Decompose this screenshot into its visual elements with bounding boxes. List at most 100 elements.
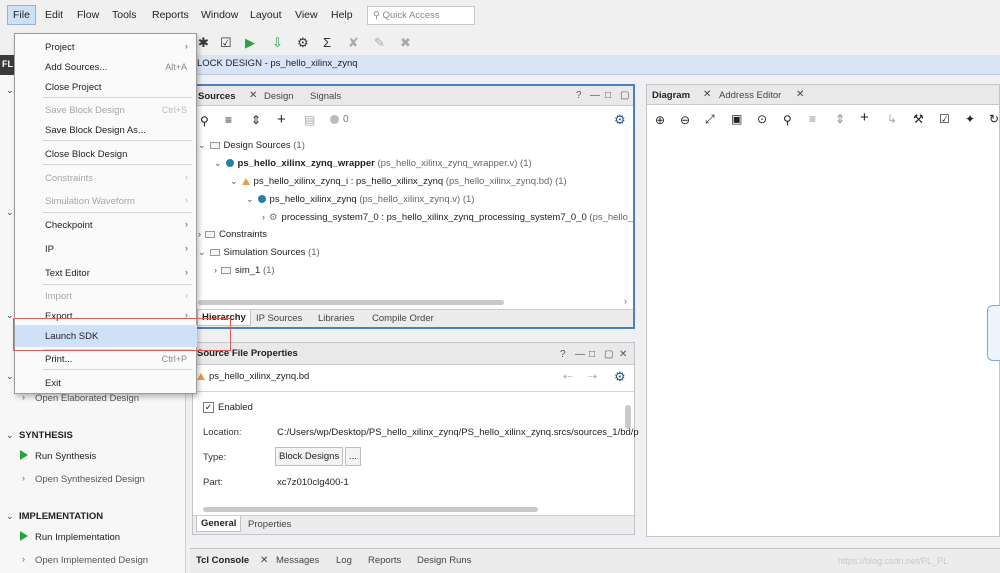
tree-constraints[interactable]: › Constraints bbox=[198, 229, 267, 240]
chevron-down-icon[interactable]: ⌄ bbox=[198, 247, 206, 257]
tab-messages[interactable]: Messages bbox=[276, 555, 319, 566]
menu-item-exit[interactable]: Exit bbox=[45, 378, 61, 389]
maximize-icon[interactable]: ▢ bbox=[620, 90, 629, 101]
menu-item-project[interactable]: Project bbox=[45, 42, 75, 53]
menu-file[interactable]: File bbox=[7, 5, 36, 25]
tree-wrapper[interactable]: ⌄ ps_hello_xilinx_zynq_wrapper (ps_hello_… bbox=[214, 158, 532, 169]
chevron-down-icon[interactable]: ⌄ bbox=[6, 85, 14, 96]
open-implemented-design[interactable]: Open Implemented Design bbox=[35, 555, 148, 566]
tab-ip-sources[interactable]: IP Sources bbox=[256, 313, 302, 324]
collapse-icon[interactable]: ≡ bbox=[809, 112, 816, 126]
chevron-right-icon[interactable]: › bbox=[22, 473, 25, 483]
chevron-down-icon[interactable]: ⌄ bbox=[6, 511, 14, 522]
menu-item-checkpoint[interactable]: Checkpoint bbox=[45, 220, 93, 231]
diagram-block[interactable] bbox=[987, 305, 1000, 361]
search-icon[interactable]: ⚲ bbox=[200, 114, 209, 128]
enabled-checkbox[interactable]: ✓ bbox=[203, 402, 214, 413]
tab-log[interactable]: Log bbox=[336, 555, 352, 566]
gear-icon[interactable]: ⚙ bbox=[614, 369, 626, 385]
menu-item-add-sources[interactable]: Add Sources... bbox=[45, 62, 107, 73]
chevron-down-icon[interactable]: ⌄ bbox=[6, 430, 14, 441]
maximize-icon[interactable]: ▢ bbox=[604, 349, 613, 360]
menu-layout[interactable]: Layout bbox=[250, 9, 282, 21]
help-icon[interactable]: ? bbox=[560, 349, 566, 360]
close-icon[interactable]: ✕ bbox=[260, 555, 268, 566]
chevron-right-icon[interactable]: › bbox=[198, 229, 201, 239]
validate-icon[interactable]: ☑ bbox=[939, 112, 950, 126]
run-implementation[interactable]: Run Implementation bbox=[35, 532, 120, 543]
horizontal-scrollbar[interactable] bbox=[203, 507, 538, 512]
menu-item-print[interactable]: Print... bbox=[45, 354, 72, 365]
program-device-icon[interactable]: ⇩ bbox=[272, 35, 283, 51]
minimize-icon[interactable]: — bbox=[575, 349, 585, 360]
tab-compile-order[interactable]: Compile Order bbox=[372, 313, 434, 324]
menu-item-ip[interactable]: IP bbox=[45, 244, 54, 255]
tab-address-editor[interactable]: Address Editor bbox=[719, 90, 781, 101]
menu-window[interactable]: Window bbox=[201, 9, 238, 21]
chevron-right-icon[interactable]: › bbox=[22, 554, 25, 564]
chevron-down-icon[interactable]: ⌄ bbox=[230, 176, 238, 186]
sigma-icon[interactable]: Σ bbox=[323, 35, 331, 50]
open-synthesized-design[interactable]: Open Synthesized Design bbox=[35, 474, 145, 485]
wrench-icon[interactable]: ⚒ bbox=[913, 112, 924, 126]
zoom-out-icon[interactable]: ⊖ bbox=[680, 113, 690, 127]
pin-icon[interactable]: ✦ bbox=[965, 112, 975, 126]
open-elaborated-design[interactable]: Open Elaborated Design bbox=[35, 393, 139, 404]
refresh-icon[interactable]: ↻ bbox=[989, 112, 999, 126]
menu-item-import[interactable]: Import bbox=[45, 291, 72, 302]
tab-signals[interactable]: Signals bbox=[310, 91, 341, 102]
menu-flow[interactable]: Flow bbox=[77, 9, 99, 21]
menu-item-text-editor[interactable]: Text Editor bbox=[45, 268, 90, 279]
chevron-right-icon[interactable]: › bbox=[214, 265, 217, 275]
quick-access-search[interactable]: ⚲ Quick Access bbox=[367, 6, 475, 25]
menu-item-constraints[interactable]: Constraints bbox=[45, 173, 93, 184]
restore-icon[interactable]: □ bbox=[589, 349, 595, 360]
tab-reports[interactable]: Reports bbox=[368, 555, 401, 566]
horizontal-scrollbar[interactable] bbox=[198, 300, 504, 305]
menu-help[interactable]: Help bbox=[331, 9, 353, 21]
close-icon[interactable]: ✕ bbox=[796, 89, 804, 100]
tab-general[interactable]: General bbox=[196, 516, 242, 532]
search-icon[interactable]: ⚲ bbox=[783, 113, 792, 127]
disabled-tool-icon[interactable]: ✘ bbox=[348, 35, 359, 51]
tab-sources[interactable]: Sources bbox=[198, 91, 236, 102]
close-icon[interactable]: ✕ bbox=[703, 89, 711, 100]
expand-all-icon[interactable]: ⇕ bbox=[251, 113, 261, 127]
menu-item-save-block-design-as[interactable]: Save Block Design As... bbox=[45, 125, 146, 136]
menu-item-close-block-design[interactable]: Close Block Design bbox=[45, 149, 127, 160]
back-icon[interactable]: ⇠ bbox=[563, 370, 572, 383]
menu-view[interactable]: View bbox=[295, 9, 318, 21]
chevron-down-icon[interactable]: ⌄ bbox=[198, 140, 206, 150]
center-icon[interactable]: ⊙ bbox=[757, 112, 767, 126]
expand-icon[interactable]: ⇕ bbox=[835, 112, 845, 126]
restore-icon[interactable]: □ bbox=[605, 90, 611, 101]
minimize-icon[interactable]: — bbox=[590, 90, 600, 101]
disabled-cross-icon[interactable]: ✖ bbox=[400, 35, 411, 51]
tab-diagram[interactable]: Diagram bbox=[652, 90, 690, 101]
add-ip-icon[interactable]: + bbox=[860, 109, 869, 126]
tree-sim-1[interactable]: › sim_1 (1) bbox=[214, 265, 275, 276]
menu-reports[interactable]: Reports bbox=[152, 9, 189, 21]
tab-design-runs[interactable]: Design Runs bbox=[417, 555, 471, 566]
connect-icon[interactable]: ↳ bbox=[887, 112, 897, 126]
menu-item-save-block-design[interactable]: Save Block Design bbox=[45, 105, 125, 116]
gear-icon[interactable]: ⚙ bbox=[297, 35, 309, 51]
menu-edit[interactable]: Edit bbox=[45, 9, 63, 21]
chevron-right-icon[interactable]: › bbox=[262, 212, 265, 222]
tree-zynq[interactable]: ⌄ ps_hello_xilinx_zynq (ps_hello_xilinx_z… bbox=[246, 194, 474, 205]
gear-icon[interactable]: ⚙ bbox=[614, 112, 626, 128]
zoom-in-icon[interactable]: ⊕ bbox=[655, 113, 665, 127]
tree-design-sources[interactable]: ⌄ Design Sources (1) bbox=[198, 140, 305, 151]
menu-item-simulation-waveform[interactable]: Simulation Waveform bbox=[45, 196, 135, 207]
tab-properties[interactable]: Properties bbox=[248, 519, 291, 530]
disabled-pen-icon[interactable]: ✎ bbox=[374, 35, 385, 51]
help-icon[interactable]: ? bbox=[576, 90, 582, 101]
run-icon[interactable]: ▶ bbox=[245, 35, 255, 51]
type-browse-button[interactable]: ... bbox=[345, 447, 361, 466]
close-icon[interactable]: ✕ bbox=[249, 90, 257, 101]
chevron-down-icon[interactable]: ⌄ bbox=[6, 207, 14, 218]
checklist-icon[interactable]: ☑ bbox=[220, 35, 232, 51]
document-icon[interactable]: ▤ bbox=[304, 113, 315, 127]
tree-simulation-sources[interactable]: ⌄ Simulation Sources (1) bbox=[198, 247, 320, 258]
close-icon[interactable]: ✕ bbox=[619, 349, 627, 360]
